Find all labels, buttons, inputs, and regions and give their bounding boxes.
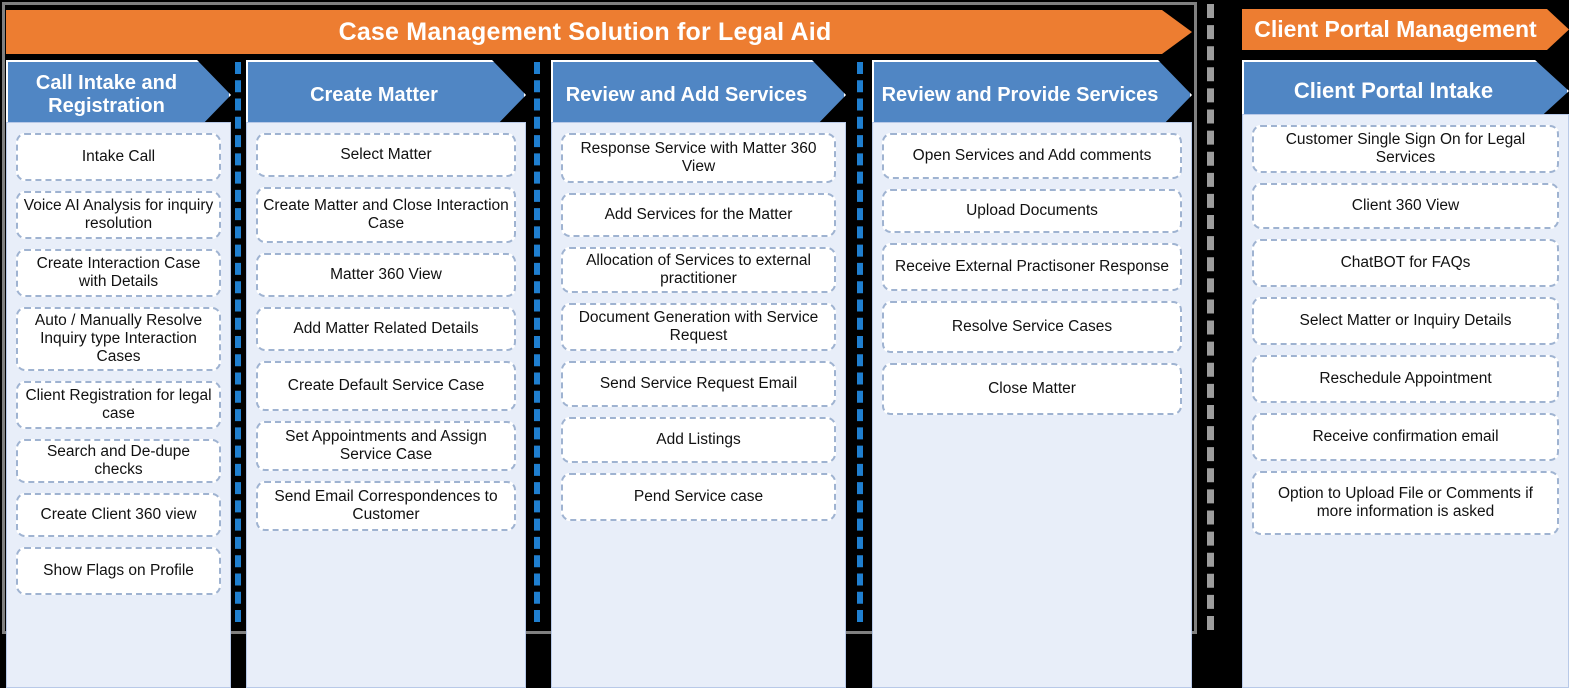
task-box[interactable]: Send Email Correspondences to Customer bbox=[256, 481, 516, 531]
task-label: Document Generation with Service Request bbox=[578, 308, 819, 344]
phase-header-label: Create Matter bbox=[310, 83, 438, 106]
phase-panel-client-portal-intake: Customer Single Sign On for Legal Servic… bbox=[1242, 114, 1569, 688]
task-box[interactable]: Resolve Service Cases bbox=[882, 301, 1182, 353]
task-box[interactable]: Close Matter bbox=[882, 363, 1182, 415]
task-label: Send Email Correspondences to Customer bbox=[274, 487, 498, 523]
task-label: Create Matter and Close Interaction Case bbox=[263, 196, 509, 232]
phase-divider-3 bbox=[857, 62, 863, 622]
phase-panel-create-matter: Select Matter Create Matter and Close Int… bbox=[246, 122, 526, 688]
diagram-canvas: Case Management Solution for Legal Aid C… bbox=[0, 0, 1569, 688]
task-label: Search and De-dupe checks bbox=[46, 442, 191, 478]
phase-divider-1 bbox=[235, 62, 241, 622]
task-box[interactable]: Auto / Manually Resolve Inquiry type Int… bbox=[16, 307, 221, 371]
task-box[interactable]: Pend Service case bbox=[561, 473, 836, 521]
task-label: Option to Upload File or Comments if mor… bbox=[1278, 484, 1533, 520]
solution-separator bbox=[1207, 4, 1214, 630]
task-label: Matter 360 View bbox=[330, 265, 442, 283]
task-box[interactable]: Client 360 View bbox=[1252, 183, 1559, 229]
task-label: Upload Documents bbox=[966, 201, 1098, 219]
phase-header-review-and-provide-services[interactable]: Review and Provide Services bbox=[872, 60, 1192, 130]
task-label: Add Services for the Matter bbox=[604, 205, 793, 223]
task-label: Allocation of Services to external pract… bbox=[586, 251, 811, 287]
phase-header-call-intake-and-registration[interactable]: Call Intake and Registration bbox=[6, 60, 231, 130]
task-label: Create Client 360 view bbox=[40, 505, 197, 523]
task-box[interactable]: Add Matter Related Details bbox=[256, 307, 516, 351]
task-box[interactable]: Document Generation with Service Request bbox=[561, 303, 836, 351]
client-portal-title-text: Client Portal Management bbox=[1254, 16, 1537, 43]
task-box[interactable]: Add Services for the Matter bbox=[561, 193, 836, 237]
task-label: Create Interaction Case with Details bbox=[36, 254, 201, 290]
task-box[interactable]: Voice AI Analysis for inquiry resolution bbox=[16, 191, 221, 239]
task-box[interactable]: ChatBOT for FAQs bbox=[1252, 239, 1559, 287]
phase-header-label: Call Intake and Registration bbox=[35, 72, 178, 117]
task-label: Resolve Service Cases bbox=[951, 317, 1113, 335]
task-label: Create Default Service Case bbox=[287, 376, 485, 394]
task-box[interactable]: Select Matter or Inquiry Details bbox=[1252, 297, 1559, 345]
phase-header-label: Client Portal Intake bbox=[1293, 78, 1494, 104]
task-label: Set Appointments and Assign Service Case bbox=[285, 427, 487, 463]
task-box[interactable]: Add Listings bbox=[561, 417, 836, 463]
task-box[interactable]: Receive External Practisoner Response bbox=[882, 243, 1182, 291]
task-label: Select Matter or Inquiry Details bbox=[1299, 311, 1512, 329]
task-box[interactable]: Select Matter bbox=[256, 133, 516, 177]
phase-divider-2 bbox=[534, 62, 540, 622]
task-label: Customer Single Sign On for Legal Servic… bbox=[1285, 130, 1526, 166]
task-label: Response Service with Matter 360 View bbox=[580, 139, 817, 175]
task-box[interactable]: Create Client 360 view bbox=[16, 493, 221, 537]
task-box[interactable]: Send Service Request Email bbox=[561, 361, 836, 407]
task-box[interactable]: Search and De-dupe checks bbox=[16, 439, 221, 483]
task-label: Pend Service case bbox=[633, 487, 764, 505]
task-label: Client 360 View bbox=[1351, 196, 1460, 214]
task-box[interactable]: Create Default Service Case bbox=[256, 361, 516, 411]
task-box[interactable]: Reschedule Appointment bbox=[1252, 355, 1559, 403]
task-box[interactable]: Set Appointments and Assign Service Case bbox=[256, 421, 516, 471]
task-label: Close Matter bbox=[988, 379, 1076, 397]
phase-header-review-and-add-services[interactable]: Review and Add Services bbox=[551, 60, 846, 130]
task-box[interactable]: Customer Single Sign On for Legal Servic… bbox=[1252, 125, 1559, 173]
task-box[interactable]: Upload Documents bbox=[882, 189, 1182, 233]
task-box[interactable]: Open Services and Add comments bbox=[882, 133, 1182, 179]
task-box[interactable]: Client Registration for legal case bbox=[16, 381, 221, 429]
task-label: Reschedule Appointment bbox=[1319, 369, 1492, 387]
client-portal-title-banner: Client Portal Management bbox=[1242, 9, 1569, 50]
phase-panel-call-intake-and-registration: Intake Call Voice AI Analysis for inquiry… bbox=[6, 122, 231, 688]
phase-header-create-matter[interactable]: Create Matter bbox=[246, 60, 526, 130]
task-box[interactable]: Receive confirmation email bbox=[1252, 413, 1559, 461]
task-label: Receive confirmation email bbox=[1312, 427, 1499, 445]
task-label: Voice AI Analysis for inquiry resolution bbox=[23, 196, 214, 232]
task-label: Add Listings bbox=[656, 430, 741, 448]
task-box[interactable]: Allocation of Services to external pract… bbox=[561, 247, 836, 293]
task-label: Open Services and Add comments bbox=[912, 146, 1152, 164]
phase-panel-review-and-provide-services: Open Services and Add comments Upload Doc… bbox=[872, 122, 1192, 688]
task-label: Send Service Request Email bbox=[599, 374, 798, 392]
phase-header-label: Review and Provide Services bbox=[881, 83, 1159, 106]
phase-header-label: Review and Add Services bbox=[565, 83, 808, 106]
task-label: ChatBOT for FAQs bbox=[1340, 253, 1471, 271]
task-label: Add Matter Related Details bbox=[293, 319, 479, 337]
task-box[interactable]: Create Interaction Case with Details bbox=[16, 249, 221, 297]
task-label: Show Flags on Profile bbox=[43, 561, 194, 579]
phase-header-client-portal-intake[interactable]: Client Portal Intake bbox=[1242, 60, 1569, 122]
task-box[interactable]: Response Service with Matter 360 View bbox=[561, 133, 836, 183]
task-box[interactable]: Intake Call bbox=[16, 133, 221, 181]
task-box[interactable]: Option to Upload File or Comments if mor… bbox=[1252, 471, 1559, 535]
task-label: Select Matter bbox=[340, 145, 432, 163]
main-title-banner: Case Management Solution for Legal Aid bbox=[6, 10, 1192, 54]
task-label: Receive External Practisoner Response bbox=[895, 257, 1169, 275]
task-label: Intake Call bbox=[81, 147, 156, 165]
task-box[interactable]: Matter 360 View bbox=[256, 253, 516, 297]
task-label: Auto / Manually Resolve Inquiry type Int… bbox=[34, 311, 203, 366]
main-title-text: Case Management Solution for Legal Aid bbox=[338, 17, 832, 46]
phase-panel-review-and-add-services: Response Service with Matter 360 View Add… bbox=[551, 122, 846, 688]
task-box[interactable]: Create Matter and Close Interaction Case bbox=[256, 187, 516, 243]
task-box[interactable]: Show Flags on Profile bbox=[16, 547, 221, 595]
task-label: Client Registration for legal case bbox=[25, 386, 212, 422]
